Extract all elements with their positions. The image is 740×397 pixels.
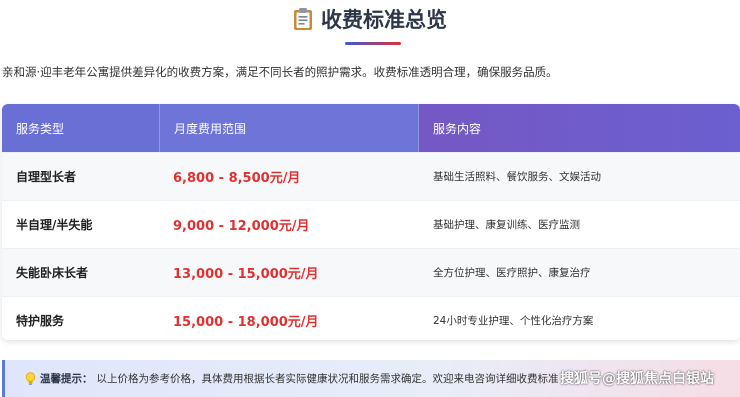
price-cell: 15,000 - 18,000元/月 [173,315,319,330]
lightbulb-icon [25,371,36,386]
clipboard-icon [293,7,313,31]
header-monthly-fee: 月度费用范围 [159,104,419,152]
service-content-cell: 全方位护理、医疗照护、康复治疗 [433,267,591,279]
tip-label: 温馨提示： [40,373,93,385]
table-row: 失能卧床长者 13,000 - 15,000元/月 全方位护理、医疗照护、康复治… [2,248,740,296]
header-service-type: 服务类型 [2,104,159,152]
service-type-cell: 半自理/半失能 [16,218,93,232]
title-underline [345,42,401,45]
intro-text: 亲和源·迎丰老年公寓提供差异化的收费方案，满足不同长者的照护需求。收费标准透明合… [2,65,558,79]
service-type-cell: 特护服务 [16,314,65,328]
tip-text: 以上价格为参考价格，具体费用根据长者实际健康状况和服务需求确定。欢迎来电咨询详细… [96,373,559,385]
page-header: 收费标准总览 [0,4,740,35]
table-body: 自理型长者 6,800 - 8,500元/月 基础生活照料、餐饮服务、文娱活动 … [2,152,740,340]
table-row: 特护服务 15,000 - 18,000元/月 24小时专业护理、个性化治疗方案 [2,296,740,340]
price-cell: 13,000 - 15,000元/月 [173,267,319,282]
source-watermark: 搜狐号@搜狐焦点白银站 [560,371,714,387]
table-header: 服务类型 月度费用范围 服务内容 [2,104,740,152]
service-type-cell: 自理型长者 [16,170,77,184]
service-content-cell: 24小时专业护理、个性化治疗方案 [433,315,594,327]
service-content-cell: 基础护理、康复训练、医疗监测 [433,219,580,231]
service-type-cell: 失能卧床长者 [16,266,89,280]
page-title: 收费标准总览 [321,8,447,32]
service-content-cell: 基础生活照料、餐饮服务、文娱活动 [433,171,601,183]
fee-table: 服务类型 月度费用范围 服务内容 自理型长者 6,800 - 8,500元/月 … [2,104,740,340]
table-row: 半自理/半失能 9,000 - 12,000元/月 基础护理、康复训练、医疗监测 [2,200,740,248]
page-title-group: 收费标准总览 [293,4,447,34]
table-row: 自理型长者 6,800 - 8,500元/月 基础生活照料、餐饮服务、文娱活动 [2,152,740,200]
price-cell: 6,800 - 8,500元/月 [173,171,301,186]
price-cell: 9,000 - 12,000元/月 [173,219,310,234]
header-service-content: 服务内容 [419,104,740,152]
